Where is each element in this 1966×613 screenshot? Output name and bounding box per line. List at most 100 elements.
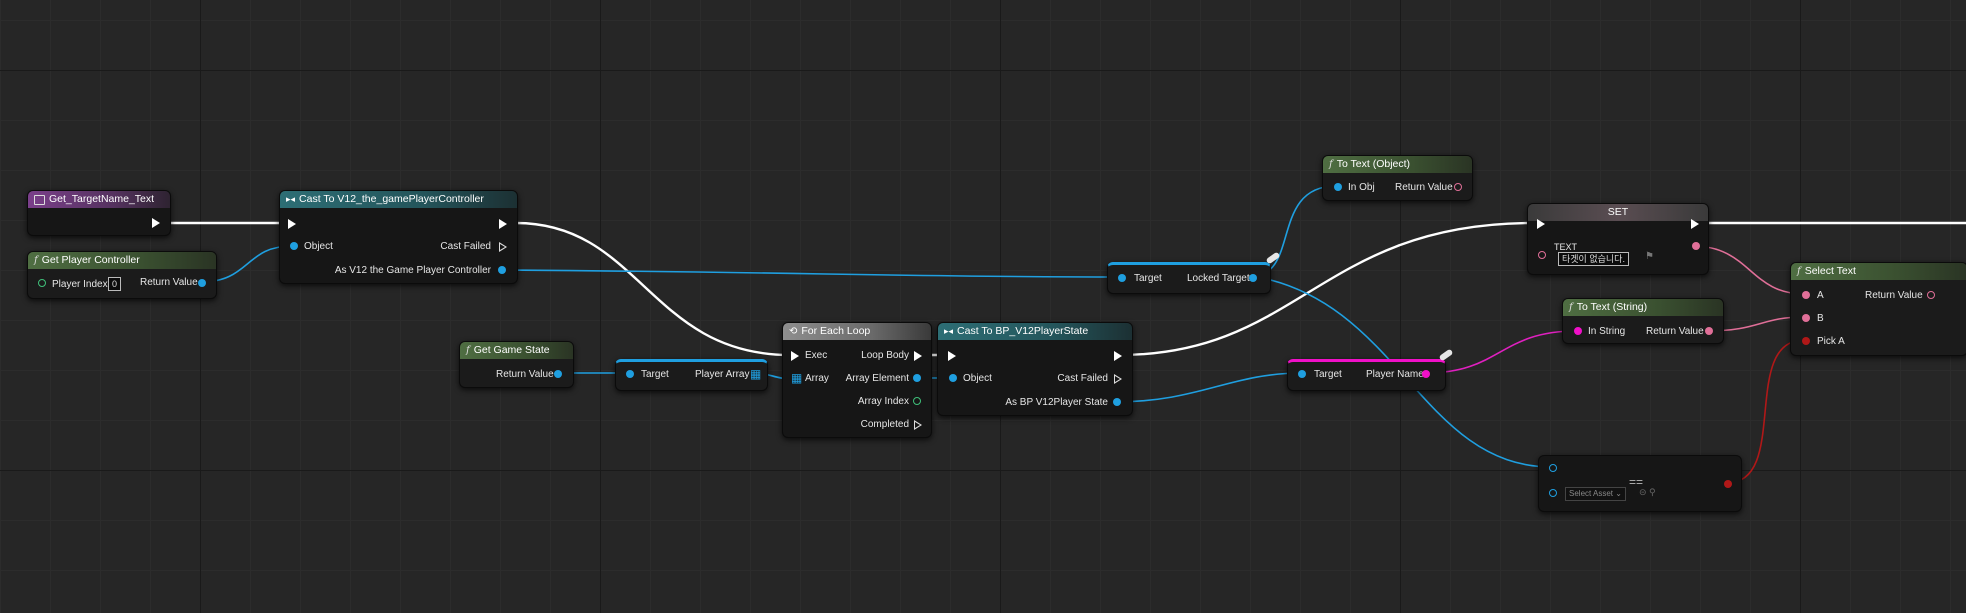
set-text-in-pin[interactable] bbox=[1538, 251, 1546, 259]
to-text-string-node[interactable]: f To Text (String) In String Return Valu… bbox=[1562, 298, 1724, 344]
select-option-pin[interactable] bbox=[1549, 464, 1557, 472]
locked-target-target-label: Target bbox=[1134, 273, 1162, 284]
player-index-input[interactable]: 0 bbox=[108, 277, 122, 291]
player-name-target-label: Target bbox=[1314, 369, 1342, 380]
get-player-controller-node[interactable]: f Get Player Controller Player Index 0 R… bbox=[27, 251, 217, 299]
cast-state-header: ▸◂ Cast To BP_V12PlayerState bbox=[938, 323, 1132, 340]
for-each-exec-in[interactable] bbox=[791, 351, 799, 361]
game-state-return-label: Return Value bbox=[496, 369, 554, 380]
cast-controller-object-pin[interactable] bbox=[290, 242, 298, 250]
set-exec-out[interactable] bbox=[1691, 219, 1699, 229]
cast-controller-as-pin[interactable] bbox=[498, 266, 506, 274]
for-each-loop-body-label: Loop Body bbox=[861, 350, 909, 361]
to-text-object-return-label: Return Value bbox=[1395, 182, 1453, 193]
chevron-down-icon: ⌄ bbox=[1615, 489, 1622, 498]
player-index-pin[interactable] bbox=[38, 279, 46, 287]
event-node-get-targetname-text[interactable]: Get_TargetName_Text bbox=[27, 190, 171, 236]
set-text-input[interactable]: 타겟이 없습니다. bbox=[1558, 252, 1629, 266]
node-comment-bubble-icon[interactable] bbox=[1265, 251, 1281, 265]
get-player-controller-title: Get Player Controller bbox=[41, 254, 140, 266]
player-array-target-label: Target bbox=[641, 369, 669, 380]
return-value-label: Return Value bbox=[140, 277, 198, 288]
locked-target-output-label: Locked Target bbox=[1187, 273, 1250, 284]
select-b-pin[interactable] bbox=[1802, 314, 1810, 322]
for-each-loop-node[interactable]: ⟲ For Each Loop Exec Loop Body ▦ Array A… bbox=[782, 322, 932, 438]
player-name-target-pin[interactable] bbox=[1298, 370, 1306, 378]
cast-controller-exec-in[interactable] bbox=[288, 219, 296, 229]
set-exec-in[interactable] bbox=[1537, 219, 1545, 229]
cast-controller-exec-out[interactable] bbox=[499, 219, 507, 229]
cast-controller-title: Cast To V12_the_gamePlayerController bbox=[299, 193, 484, 205]
for-each-element-pin[interactable] bbox=[913, 374, 921, 382]
set-var-label: TEXT bbox=[1554, 242, 1578, 252]
player-array-target-pin[interactable] bbox=[626, 370, 634, 378]
locked-target-node[interactable]: Target Locked Target bbox=[1107, 262, 1271, 294]
to-text-object-title: To Text (Object) bbox=[1336, 158, 1411, 170]
select-a-pin[interactable] bbox=[1802, 291, 1810, 299]
cast-state-as-pin[interactable] bbox=[1113, 398, 1121, 406]
cast-state-title: Cast To BP_V12PlayerState bbox=[957, 325, 1089, 337]
select-asset-pin[interactable] bbox=[1549, 489, 1557, 497]
select-asset-node[interactable]: == Select Asset ⌄ ⊝ ⚲ bbox=[1538, 455, 1742, 512]
cast-icon: ▸◂ bbox=[944, 326, 954, 336]
cast-to-player-controller-node[interactable]: ▸◂ Cast To V12_the_gamePlayerController … bbox=[279, 190, 518, 284]
locked-target-target-pin[interactable] bbox=[1118, 274, 1126, 282]
player-name-output-pin[interactable] bbox=[1422, 370, 1430, 378]
locked-target-output-pin[interactable] bbox=[1249, 274, 1257, 282]
for-each-completed-label: Completed bbox=[860, 419, 909, 430]
exec-out-pin[interactable] bbox=[152, 218, 160, 228]
select-asset-dropdown[interactable]: Select Asset ⌄ bbox=[1565, 487, 1626, 501]
to-text-object-header: f To Text (Object) bbox=[1323, 156, 1472, 173]
for-each-index-label: Array Index bbox=[857, 396, 909, 407]
player-array-output-label: Player Array bbox=[695, 369, 750, 380]
player-name-output-label: Player Name bbox=[1366, 369, 1424, 380]
for-each-index-pin[interactable] bbox=[913, 397, 921, 405]
cast-icon: ▸◂ bbox=[286, 194, 296, 204]
set-text-node[interactable]: SET TEXT 타겟이 없습니다. ⚑ bbox=[1527, 203, 1709, 275]
to-text-string-header: f To Text (String) bbox=[1563, 299, 1723, 316]
object-wire-caststate-to-target bbox=[1113, 372, 1303, 403]
select-return-pin[interactable] bbox=[1927, 291, 1935, 299]
for-each-exec-label: Exec bbox=[805, 350, 828, 361]
cast-state-as-label: As BP V12Player State bbox=[1005, 397, 1108, 408]
cast-controller-failed-label: Cast Failed bbox=[440, 241, 491, 252]
exec-wire-cast-to-foreach bbox=[515, 221, 791, 357]
player-name-node[interactable]: Target Player Name bbox=[1287, 359, 1446, 391]
browse-asset-icon[interactable]: ⊝ ⚲ bbox=[1639, 487, 1656, 498]
to-text-object-in-pin[interactable] bbox=[1334, 183, 1342, 191]
localization-flag-icon[interactable]: ⚑ bbox=[1645, 251, 1654, 262]
get-game-state-node[interactable]: f Get Game State Return Value bbox=[459, 341, 574, 388]
to-text-string-return-pin[interactable] bbox=[1705, 327, 1713, 335]
event-icon bbox=[34, 194, 45, 205]
for-each-element-label: Array Element bbox=[845, 373, 909, 384]
cast-controller-failed-pin[interactable] bbox=[499, 242, 507, 252]
cast-to-player-state-node[interactable]: ▸◂ Cast To BP_V12PlayerState Object Cast… bbox=[937, 322, 1133, 416]
event-node-title: Get_TargetName_Text bbox=[49, 193, 155, 205]
set-text-out-pin[interactable] bbox=[1692, 242, 1700, 250]
return-value-pin[interactable] bbox=[198, 279, 206, 287]
to-text-object-in-label: In Obj bbox=[1348, 182, 1375, 193]
player-array-node[interactable]: Target Player Array ▦ bbox=[615, 359, 768, 391]
select-return-bool-pin[interactable] bbox=[1724, 480, 1732, 488]
to-text-string-in-label: In String bbox=[1588, 326, 1626, 337]
for-each-completed-pin[interactable] bbox=[914, 420, 922, 430]
array-grid-icon[interactable]: ▦ bbox=[791, 371, 802, 385]
cast-state-object-pin[interactable] bbox=[949, 374, 957, 382]
object-wire-cast-to-locked bbox=[500, 269, 1123, 278]
set-node-header: SET bbox=[1528, 204, 1708, 221]
to-text-object-node[interactable]: f To Text (Object) In Obj Return Value bbox=[1322, 155, 1473, 201]
cast-state-exec-in[interactable] bbox=[948, 351, 956, 361]
node-comment-bubble-icon[interactable] bbox=[1438, 348, 1454, 362]
cast-state-exec-out[interactable] bbox=[1114, 351, 1122, 361]
array-grid-icon[interactable]: ▦ bbox=[750, 367, 761, 381]
cast-state-failed-pin[interactable] bbox=[1114, 374, 1122, 384]
select-text-node[interactable]: f Select Text A Return Value B Pick A bbox=[1790, 262, 1966, 356]
for-each-loop-body-pin[interactable] bbox=[914, 351, 922, 361]
to-text-string-return-label: Return Value bbox=[1646, 326, 1704, 337]
game-state-return-pin[interactable] bbox=[554, 370, 562, 378]
to-text-string-in-pin[interactable] bbox=[1574, 327, 1582, 335]
get-game-state-title: Get Game State bbox=[473, 344, 550, 356]
cast-controller-object-label: Object bbox=[304, 241, 333, 252]
select-picka-pin[interactable] bbox=[1802, 337, 1810, 345]
to-text-object-return-pin[interactable] bbox=[1454, 183, 1462, 191]
